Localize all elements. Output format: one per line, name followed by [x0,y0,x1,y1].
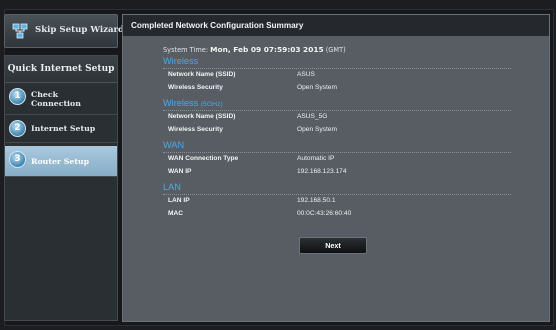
system-time-value: Mon, Feb 09 07:59:03 2015 [210,45,324,54]
row-key: Network Name (SSID) [168,71,236,78]
section-lan: LAN LAN IP 192.168.50.1 MAC 00:0C:43:26:… [163,182,511,221]
row-key: Wireless Security [168,84,223,91]
row-value: Open System [297,84,337,91]
section-heading: WAN [163,140,511,153]
next-button[interactable]: Next [299,237,367,254]
step-3-icon: 3 [9,151,26,168]
section-title: WAN [163,140,185,150]
row-value: Open System [297,126,337,133]
row-key: Network Name (SSID) [168,113,236,120]
step-1-icon: 1 [9,88,26,105]
step-3-label: Router Setup [31,156,90,166]
quick-setup-title: Quick Internet Setup [5,56,117,83]
section-wireless: Wireless Network Name (SSID) ASUS Wirele… [163,56,511,95]
section-heading: Wireless [163,56,511,69]
row-key: LAN IP [168,197,190,204]
row-value: 192.168.50.1 [297,197,336,204]
section-wan: WAN WAN Connection Type Automatic IP WAN… [163,140,511,179]
page-title: Completed Network Configuration Summary [123,15,549,36]
row-key: Wireless Security [168,126,223,133]
summary-row: WAN Connection Type Automatic IP [163,153,511,166]
network-icon [12,23,28,39]
row-value: ASUS_5G [297,113,328,120]
row-key: WAN IP [168,168,192,175]
row-value: 00:0C:43:26:60:40 [297,210,352,217]
step-1-label-line1: Check [31,89,58,99]
summary-panel: Completed Network Configuration Summary … [122,14,550,322]
step-check-connection[interactable]: 1 Check Connection [5,83,117,115]
section-heading: Wireless (5GHz) [163,98,511,111]
row-value: ASUS [297,71,315,78]
summary-row: Wireless Security Open System [163,124,511,137]
system-time-label: System Time: [163,46,209,54]
summary-row: Network Name (SSID) ASUS_5G [163,111,511,124]
step-2-icon: 2 [9,120,26,137]
step-2-label: Internet Setup [31,124,96,133]
step-router-setup[interactable]: 3 Router Setup [5,146,117,177]
row-value: 192.168.123.174 [297,168,347,175]
summary-row: WAN IP 192.168.123.174 [163,166,511,179]
system-time-zone: (GMT) [325,46,346,54]
quick-setup-panel: Quick Internet Setup 1 Check Connection 2… [4,55,118,321]
step-1-label: Check Connection [31,83,81,114]
section-title: LAN [163,182,181,192]
row-value: Automatic IP [297,155,335,162]
section-title-suffix: (5GHz) [200,101,223,108]
skip-setup-wizard-button[interactable]: Skip Setup Wizard [4,14,124,48]
section-title: Wireless [163,98,199,108]
summary-row: Network Name (SSID) ASUS [163,69,511,82]
step-internet-setup[interactable]: 2 Internet Setup [5,115,117,143]
summary-row: LAN IP 192.168.50.1 [163,195,511,208]
section-title: Wireless [163,56,199,66]
row-key: MAC [168,210,184,217]
skip-setup-wizard-label: Skip Setup Wizard [35,25,125,35]
step-1-label-line2: Connection [31,98,81,108]
system-time: System Time: Mon, Feb 09 07:59:03 2015 (… [163,45,346,54]
section-heading: LAN [163,182,511,195]
summary-row: MAC 00:0C:43:26:60:40 [163,208,511,221]
row-key: WAN Connection Type [168,155,239,162]
section-wireless-5ghz: Wireless (5GHz) Network Name (SSID) ASUS… [163,98,511,137]
summary-row: Wireless Security Open System [163,82,511,95]
